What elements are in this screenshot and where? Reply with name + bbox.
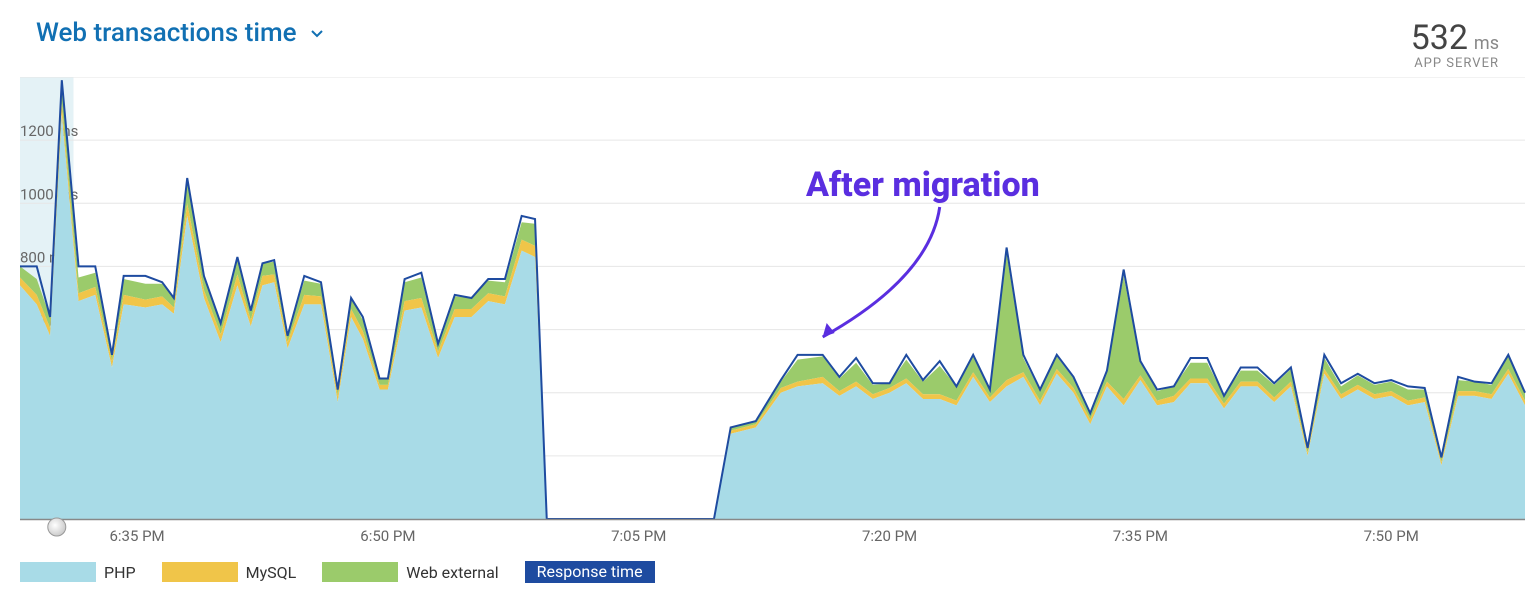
legend-label-resp: Response time	[525, 561, 655, 583]
svg-text:6:50 PM: 6:50 PM	[360, 527, 415, 545]
svg-text:7:05 PM: 7:05 PM	[611, 527, 666, 545]
svg-text:1200 ms: 1200 ms	[20, 122, 78, 140]
swatch-php	[20, 562, 96, 582]
svg-text:6:35 PM: 6:35 PM	[109, 527, 164, 545]
metric-sublabel: APP SERVER	[1411, 56, 1499, 71]
legend-label-web: Web external	[406, 563, 498, 582]
legend-item-web[interactable]: Web external	[322, 562, 498, 582]
svg-text:7:50 PM: 7:50 PM	[1364, 527, 1419, 545]
legend-item-resp[interactable]: Response time	[525, 561, 663, 583]
swatch-mysql	[162, 562, 238, 582]
legend-label-php: PHP	[104, 563, 136, 582]
chart-area[interactable]: 200 ms400 ms600 ms800 ms1000 ms1200 ms14…	[0, 77, 1535, 557]
metric-value: 532	[1411, 18, 1468, 58]
chart-title-dropdown[interactable]: Web transactions time	[36, 18, 325, 48]
legend-label-mysql: MySQL	[246, 563, 297, 582]
legend: PHP MySQL Web external Response time	[0, 557, 1535, 591]
summary-metric: 532 ms APP SERVER	[1411, 18, 1499, 71]
metric-unit: ms	[1474, 33, 1499, 54]
chevron-down-icon	[309, 25, 325, 41]
svg-text:7:35 PM: 7:35 PM	[1113, 527, 1168, 545]
chart-svg: 200 ms400 ms600 ms800 ms1000 ms1200 ms14…	[0, 77, 1535, 557]
chart-title: Web transactions time	[36, 18, 297, 48]
swatch-web	[322, 562, 398, 582]
legend-item-php[interactable]: PHP	[20, 562, 136, 582]
legend-item-mysql[interactable]: MySQL	[162, 562, 297, 582]
svg-text:7:20 PM: 7:20 PM	[862, 527, 917, 545]
